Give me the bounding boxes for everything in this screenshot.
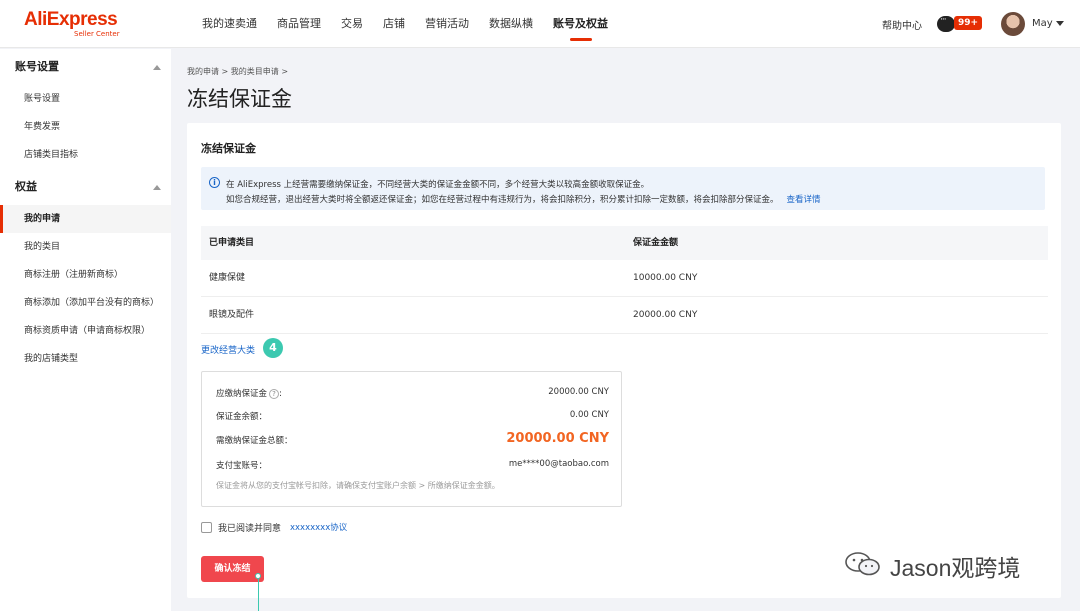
row-amount: 20000.00 CNY [633, 310, 698, 320]
sidebar-item-trademark-add[interactable]: 商标添加（添加平台没有的商标） [0, 289, 171, 317]
summary-row-total: 需缴纳保证金总额： 20000.00 CNY [216, 431, 609, 450]
agreement-link[interactable]: xxxxxxxx协议 [290, 521, 347, 533]
deposit-card: 冻结保证金 i 在 AliExpress 上经营需要缴纳保证金，不同经营大类的保… [187, 123, 1061, 611]
balance-value: 0.00 CNY [569, 410, 609, 420]
table-header: 已申请类目 保证金金额 [201, 226, 1048, 260]
info-icon: i [209, 177, 220, 188]
balance-label: 保证金余额： [216, 412, 268, 422]
nav-item-products[interactable]: 商品管理 [277, 0, 321, 48]
row-category: 眼镜及配件 [209, 310, 255, 320]
table-row: 健康保健 10000.00 CNY [201, 260, 1048, 297]
message-icon[interactable] [937, 15, 955, 32]
notice-line-2-text: 如您合规经营，退出经营大类时将全额返还保证金；如您在经营过程中有违规行为，将会扣… [226, 195, 779, 205]
sidebar-item-trademark-qualification[interactable]: 商标资质申请（申请商标权限） [0, 317, 171, 345]
card-title: 冻结保证金 [201, 142, 256, 155]
sidebar-item-my-categories[interactable]: 我的类目 [0, 233, 171, 261]
due-value: 20000.00 CNY [548, 387, 609, 397]
nav-item-data[interactable]: 数据纵横 [489, 0, 533, 48]
user-avatar[interactable] [1001, 12, 1025, 36]
collapse-arrow-icon[interactable] [153, 65, 161, 70]
row-amount: 10000.00 CNY [633, 273, 698, 283]
sidebar-item-my-applications[interactable]: 我的申请 [0, 205, 171, 233]
sidebar-item-store-type[interactable]: 我的店铺类型 [0, 345, 171, 373]
nav-item-my-aliexpress[interactable]: 我的速卖通 [202, 0, 257, 48]
annotation-line [258, 579, 259, 611]
watermark: Jason观跨境 [843, 549, 1053, 581]
page-title: 冻结保证金 [187, 87, 292, 111]
deposit-summary: 应缴纳保证金?: 20000.00 CNY 保证金余额： 0.00 CNY 需缴… [201, 371, 622, 507]
info-notice: i 在 AliExpress 上经营需要缴纳保证金，不同经营大类的保证金金额不同… [201, 167, 1045, 210]
summary-row-due: 应缴纳保证金?: 20000.00 CNY [216, 387, 609, 403]
aliexpress-logo[interactable]: AliExpress Seller Center [24, 9, 120, 39]
summary-row-alipay: 支付宝账号： me****00@taobao.com [216, 459, 609, 475]
due-label-text: 应缴纳保证金 [216, 389, 268, 399]
sidebar-item-annual-invoice[interactable]: 年费发票 [0, 113, 171, 141]
help-center-link[interactable]: 帮助中心 [882, 17, 922, 32]
user-name: May [1032, 18, 1053, 29]
user-menu[interactable]: May [1032, 18, 1064, 29]
change-category-link[interactable]: 更改经营大类 [201, 343, 255, 356]
nav-item-store[interactable]: 店铺 [383, 0, 405, 48]
nav-item-marketing[interactable]: 营销活动 [425, 0, 469, 48]
view-details-link[interactable]: 查看详情 [787, 195, 821, 205]
alipay-label: 支付宝账号： [216, 461, 268, 471]
top-nav-bar: AliExpress Seller Center 我的速卖通 商品管理 交易 店… [0, 0, 1080, 48]
logo-text: AliExpress [24, 9, 118, 30]
sidebar-group-title: 权益 [15, 180, 37, 193]
notice-line-2: 如您合规经营，退出经营大类时将全额返还保证金；如您在经营过程中有违规行为，将会扣… [226, 193, 821, 205]
sidebar-item-trademark-register[interactable]: 商标注册（注册新商标） [0, 261, 171, 289]
table-row: 眼镜及配件 20000.00 CNY [201, 297, 1048, 334]
main-nav: 我的速卖通 商品管理 交易 店铺 营销活动 数据纵横 账号及权益 [202, 0, 628, 48]
column-header-amount: 保证金金额 [633, 238, 679, 248]
agree-text: 我已阅读并同意 [218, 524, 282, 534]
message-count-badge: 99+ [954, 16, 983, 30]
confirm-freeze-button[interactable]: 确认冻结 [201, 556, 264, 582]
column-header-category: 已申请类目 [209, 238, 255, 248]
summary-row-balance: 保证金余额： 0.00 CNY [216, 410, 609, 426]
summary-note: 保证金将从您的支付宝帐号扣除，请确保支付宝账户余额 > 所缴纳保证金金额。 [216, 481, 500, 490]
breadcrumb[interactable]: 我的申请 > 我的类目申请 > [187, 66, 288, 77]
sidebar-group-rights[interactable]: 权益 [0, 169, 171, 205]
logo-subtitle: Seller Center [74, 30, 120, 38]
sidebar: 账号设置 账号设置 年费发票 店铺类目指标 权益 我的申请 我的类目 商标注册（… [0, 49, 171, 611]
total-value: 20000.00 CNY [506, 431, 609, 446]
sidebar-group-title: 账号设置 [15, 60, 59, 73]
sidebar-item-account-settings[interactable]: 账号设置 [0, 85, 171, 113]
due-label: 应缴纳保证金?: [216, 388, 282, 399]
question-icon[interactable]: ? [269, 388, 280, 399]
agree-checkbox[interactable] [201, 522, 212, 533]
sidebar-item-category-metrics[interactable]: 店铺类目指标 [0, 141, 171, 169]
nav-item-orders[interactable]: 交易 [341, 0, 363, 48]
wechat-icon [845, 552, 880, 576]
notice-line-1: 在 AliExpress 上经营需要缴纳保证金，不同经营大类的保证金金额不同，多… [226, 180, 650, 190]
nav-item-account[interactable]: 账号及权益 [553, 0, 608, 48]
watermark-text: Jason观跨境 [890, 555, 1021, 581]
total-label: 需缴纳保证金总额： [216, 436, 293, 446]
collapse-arrow-icon[interactable] [153, 185, 161, 190]
alipay-value: me****00@taobao.com [508, 459, 609, 469]
row-category: 健康保健 [209, 273, 246, 283]
caret-down-icon [1055, 20, 1064, 26]
step-number-badge: 4 [263, 338, 283, 358]
sidebar-group-account-settings[interactable]: 账号设置 [0, 49, 171, 85]
